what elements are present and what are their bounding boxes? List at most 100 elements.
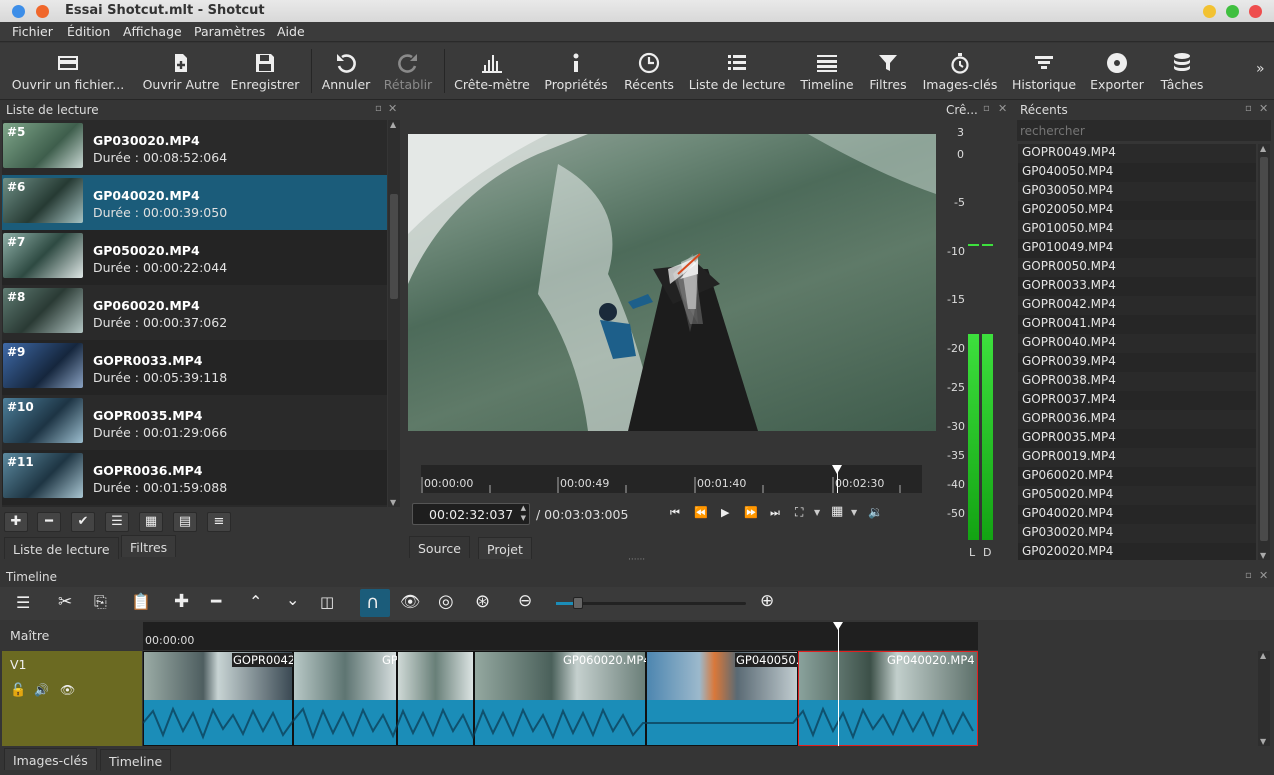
recent-item[interactable]: GOPR0040.MP4 [1018,334,1256,353]
spin-up-icon[interactable]: ▲ [521,504,526,512]
cut-icon[interactable]: ✂ [58,592,72,612]
recent-item[interactable]: GOPR0050.MP4 [1018,258,1256,277]
zoom-icon[interactable]: ⛶ [795,505,803,520]
hide-icon[interactable]: 👁 [60,683,75,697]
window-pin-button[interactable] [36,5,49,18]
close-button[interactable] [1249,5,1262,18]
float-icon[interactable]: ▫ [1245,103,1252,114]
grid-icon[interactable]: ▦ [831,504,843,519]
export-button[interactable]: Exporter [1086,43,1148,100]
menu-parametres[interactable]: Paramètres [194,24,265,39]
timeline-button[interactable]: Timeline [796,43,858,100]
snap-toggle[interactable]: ∩ [360,589,390,617]
recent-item[interactable]: GP030050.MP4 [1018,182,1256,201]
timeline-scrollbar[interactable]: ▲ ▼ [1258,651,1270,746]
close-panel-icon[interactable]: ✕ [1259,569,1268,582]
timeline-menu-icon[interactable]: ☰ [16,593,30,612]
recent-item[interactable]: GP010049.MP4 [1018,239,1256,258]
save-button[interactable]: Enregistrer [228,43,302,100]
playlist-menu-button[interactable]: ≡ [207,512,231,532]
timeline-ruler[interactable]: 00:00:00 [143,622,978,650]
overwrite-icon[interactable]: ⌄ [286,590,299,609]
volume-icon[interactable]: 🔉 [868,505,883,519]
menu-edition[interactable]: Édition [67,24,110,39]
jobs-button[interactable]: Tâches [1154,43,1210,100]
skip-next-icon[interactable]: ⏭ [770,506,780,520]
scrubber-ruler[interactable]: 00:00:00 00:00:49 00:01:40 00:02:30 [421,465,922,493]
tab-source[interactable]: Source [409,536,470,558]
recent-item[interactable]: GOPR0039.MP4 [1018,353,1256,372]
zoom-out-icon[interactable]: ⊖ [518,591,532,611]
toolbar-overflow-button[interactable]: » [1256,61,1265,77]
menu-affichage[interactable]: Affichage [123,24,182,39]
peak-meter-button[interactable]: Crête-mètre [450,43,534,100]
recent-item[interactable]: GOPR0033.MP4 [1018,277,1256,296]
close-panel-icon[interactable]: ✕ [1259,102,1268,115]
position-timecode[interactable]: 00:02:32:037 ▲ ▼ [412,503,530,525]
ripple-delete-icon[interactable]: ━ [211,592,221,612]
filters-button[interactable]: Filtres [864,43,912,100]
skip-previous-icon[interactable]: ⏮ [670,506,680,520]
tiles-view-button[interactable]: ▦ [139,512,163,532]
recent-item[interactable]: GOPR0036.MP4 [1018,410,1256,429]
playlist-scrollbar[interactable]: ▲ ▼ [388,120,400,507]
v1-track-header[interactable]: V1 🔓 🔊 👁 [2,651,142,746]
recent-item[interactable]: GP020020.MP4 [1018,543,1256,560]
icons-view-button[interactable]: ▤ [173,512,197,532]
close-panel-icon[interactable]: ✕ [388,102,397,115]
recent-button[interactable]: Récents [618,43,680,100]
chevron-down-icon[interactable]: ▼ [851,508,857,517]
recent-item[interactable]: GP050020.MP4 [1018,486,1256,505]
recent-item[interactable]: GP060020.MP4 [1018,467,1256,486]
zoom-in-icon[interactable]: ⊕ [760,591,774,611]
recent-item[interactable]: GP040020.MP4 [1018,505,1256,524]
paste-icon[interactable]: 📋 [131,592,151,611]
play-icon[interactable]: ▶ [721,506,729,519]
playlist-button[interactable]: Liste de lecture [686,43,788,100]
timeline-playhead[interactable] [833,622,843,746]
recent-item[interactable]: GP020050.MP4 [1018,201,1256,220]
redo-button[interactable]: Rétablir [378,43,438,100]
scrub-icon[interactable]: 👁 [400,592,420,611]
tab-keyframes[interactable]: Images-clés [4,748,97,770]
recent-item[interactable]: GOPR0041.MP4 [1018,315,1256,334]
video-preview[interactable] [408,134,936,431]
tab-project[interactable]: Projet [478,537,532,559]
zoom-slider-handle[interactable] [573,597,583,609]
playlist-item[interactable]: #11 GOPR0036.MP4 Durée : 00:01:59:088 [2,450,387,505]
window-menu-button[interactable] [12,5,25,18]
lock-icon[interactable]: 🔓 [10,683,26,698]
playlist-item[interactable]: #5 GP030020.MP4 Durée : 00:08:52:064 [2,120,387,175]
playlist-item[interactable]: #8 GP060020.MP4 Durée : 00:00:37:062 [2,285,387,340]
fast-forward-icon[interactable]: ⏩ [744,506,758,519]
recent-item[interactable]: GOPR0019.MP4 [1018,448,1256,467]
tab-playlist[interactable]: Liste de lecture [4,537,119,559]
mute-icon[interactable]: 🔊 [34,683,49,697]
recent-scrollbar[interactable]: ▲ ▼ [1258,144,1270,560]
menu-aide[interactable]: Aide [277,24,305,39]
recent-item[interactable]: GOPR0049.MP4 [1018,144,1256,163]
recent-item[interactable]: GOPR0037.MP4 [1018,391,1256,410]
open-other-button[interactable]: Ouvrir Autre [136,43,226,100]
recent-item[interactable]: GP040050.MP4 [1018,163,1256,182]
keyframes-button[interactable]: Images-clés [918,43,1002,100]
recent-item[interactable]: GP010050.MP4 [1018,220,1256,239]
zoom-slider[interactable] [556,597,746,609]
minimize-button[interactable] [1203,5,1216,18]
recent-item[interactable]: GOPR0035.MP4 [1018,429,1256,448]
scrubber-playhead[interactable] [831,465,842,493]
lift-icon[interactable]: ⌃ [249,592,262,611]
add-button[interactable]: ✚ [4,512,28,532]
float-icon[interactable]: ▫ [1245,570,1252,581]
tab-filters[interactable]: Filtres [121,535,177,557]
splitter-handle[interactable]: ······ [628,555,645,565]
recent-search-input[interactable] [1017,120,1271,141]
recent-item[interactable]: GOPR0042.MP4 [1018,296,1256,315]
chevron-down-icon[interactable]: ▼ [814,508,820,517]
playlist-item[interactable]: #9 GOPR0033.MP4 Durée : 00:05:39:118 [2,340,387,395]
remove-button[interactable]: ━ [37,512,61,532]
master-track-header[interactable]: Maître [2,622,142,650]
spin-down-icon[interactable]: ▼ [521,514,526,522]
playlist-item[interactable]: #10 GOPR0035.MP4 Durée : 00:01:29:066 [2,395,387,450]
float-icon[interactable]: ▫ [983,103,990,114]
